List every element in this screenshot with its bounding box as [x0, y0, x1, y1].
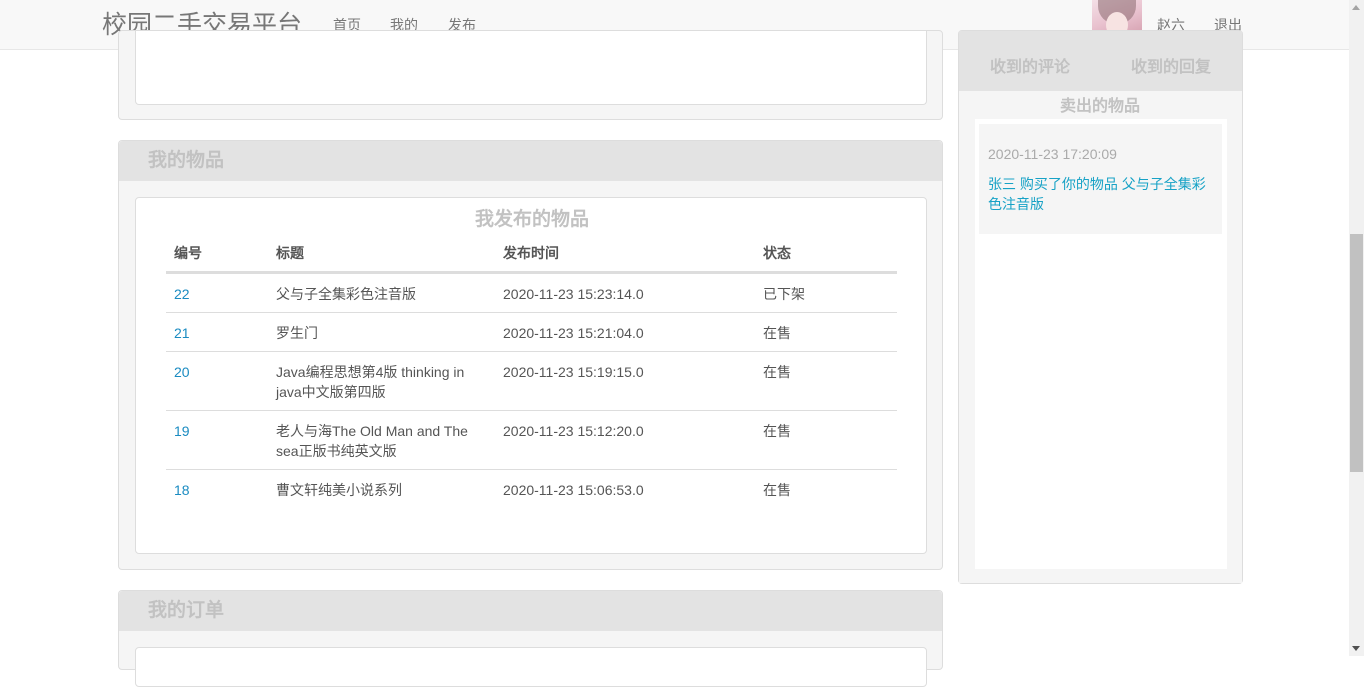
- item-time-cell: 2020-11-23 15:23:14.0: [503, 286, 644, 302]
- item-status-cell: 在售: [755, 312, 897, 352]
- item-title-cell: Java编程思想第4版 thinking in java中文版第四版: [268, 351, 495, 411]
- item-time-cell: 2020-11-23 15:12:20.0: [495, 410, 755, 470]
- item-title-cell: 罗生门: [268, 312, 495, 352]
- notifications-tabs-bar: 收到的评论 收到的回复: [959, 31, 1242, 91]
- sold-message-time: 2020-11-23 17:20:09: [988, 146, 1117, 162]
- my-orders-panel-title: 我的订单: [148, 600, 225, 621]
- item-time-cell: 2020-11-23 15:21:04.0: [495, 312, 755, 352]
- scroll-up-arrow-icon[interactable]: [1352, 5, 1360, 10]
- item-time-cell: 2020-11-23 15:19:15.0: [495, 351, 755, 411]
- item-id-link[interactable]: 19: [174, 423, 190, 439]
- table-header-row: 编号 标题 发布时间 状态: [166, 235, 897, 274]
- item-title-cell: 父与子全集彩色注音版: [276, 286, 416, 302]
- item-id-cell: 19: [166, 410, 268, 470]
- item-id-link[interactable]: 18: [174, 482, 190, 498]
- col-header-time: 发布时间: [495, 235, 755, 274]
- table-row: 22 父与子全集彩色注音版 2020-11-23 15:23:14.0 已下架: [166, 273, 897, 313]
- previous-panel-body: [135, 31, 927, 105]
- notifications-panel: 收到的评论 收到的回复 卖出的物品 2020-11-23 17:20:09 张三…: [958, 30, 1243, 584]
- item-id-cell: 20: [166, 351, 268, 411]
- col-header-title: 标题: [268, 235, 495, 274]
- item-status-cell: 在售: [755, 469, 897, 508]
- my-orders-panel: 我的订单: [118, 590, 943, 687]
- my-items-body: 我发布的物品 编号 标题 发布时间 状态 22 父与子全集彩色注音版 2020-…: [135, 197, 927, 554]
- item-id-cell: 21: [166, 312, 268, 352]
- item-status-cell: 在售: [755, 351, 897, 411]
- published-items-table: 编号 标题 发布时间 状态 22 父与子全集彩色注音版 2020-11-23 1…: [166, 235, 897, 508]
- table-row: 20 Java编程思想第4版 thinking in java中文版第四版 20…: [166, 351, 897, 411]
- item-id-link[interactable]: 21: [174, 325, 190, 341]
- sold-message-link[interactable]: 张三 购买了你的物品 父与子全集彩色注音版: [988, 174, 1208, 214]
- my-orders-panel-heading: 我的订单: [119, 591, 942, 631]
- item-status-cell: 已下架: [763, 286, 805, 302]
- my-orders-body: [135, 647, 927, 687]
- item-title-cell: 老人与海The Old Man and The sea正版书纯英文版: [268, 410, 495, 470]
- col-header-status: 状态: [755, 235, 897, 274]
- table-row: 18 曹文轩纯美小说系列 2020-11-23 15:06:53.0 在售: [166, 469, 897, 508]
- my-items-panel-heading: 我的物品: [119, 141, 942, 181]
- item-title-cell: 曹文轩纯美小说系列: [268, 469, 495, 508]
- previous-panel: [118, 30, 943, 120]
- item-id-link[interactable]: 22: [174, 286, 190, 302]
- sold-items-list: 2020-11-23 17:20:09 张三 购买了你的物品 父与子全集彩色注音…: [975, 119, 1227, 569]
- item-id-cell: 18: [166, 469, 268, 508]
- my-items-panel: 我的物品 我发布的物品 编号 标题 发布时间 状态 22 父与子全集彩色注音版 …: [118, 140, 943, 570]
- scrollbar-thumb[interactable]: [1350, 234, 1363, 472]
- sold-message-card: 2020-11-23 17:20:09 张三 购买了你的物品 父与子全集彩色注音…: [979, 124, 1222, 234]
- table-row: 21 罗生门 2020-11-23 15:21:04.0 在售: [166, 312, 897, 352]
- col-header-id: 编号: [166, 235, 268, 274]
- tab-received-replies[interactable]: 收到的回复: [1131, 58, 1211, 78]
- item-id-link[interactable]: 20: [174, 364, 190, 380]
- published-items-title: 我发布的物品: [474, 209, 589, 230]
- tab-received-comments[interactable]: 收到的评论: [990, 58, 1070, 78]
- item-status-cell: 在售: [755, 410, 897, 470]
- item-time-cell: 2020-11-23 15:06:53.0: [495, 469, 755, 508]
- sold-items-title: 卖出的物品: [1059, 98, 1140, 115]
- item-id-cell: 22: [166, 273, 268, 313]
- my-items-panel-title: 我的物品: [148, 150, 225, 171]
- table-row: 19 老人与海The Old Man and The sea正版书纯英文版 20…: [166, 410, 897, 470]
- notifications-content: 卖出的物品 2020-11-23 17:20:09 张三 购买了你的物品 父与子…: [959, 91, 1242, 583]
- scroll-down-arrow-icon[interactable]: [1352, 646, 1360, 651]
